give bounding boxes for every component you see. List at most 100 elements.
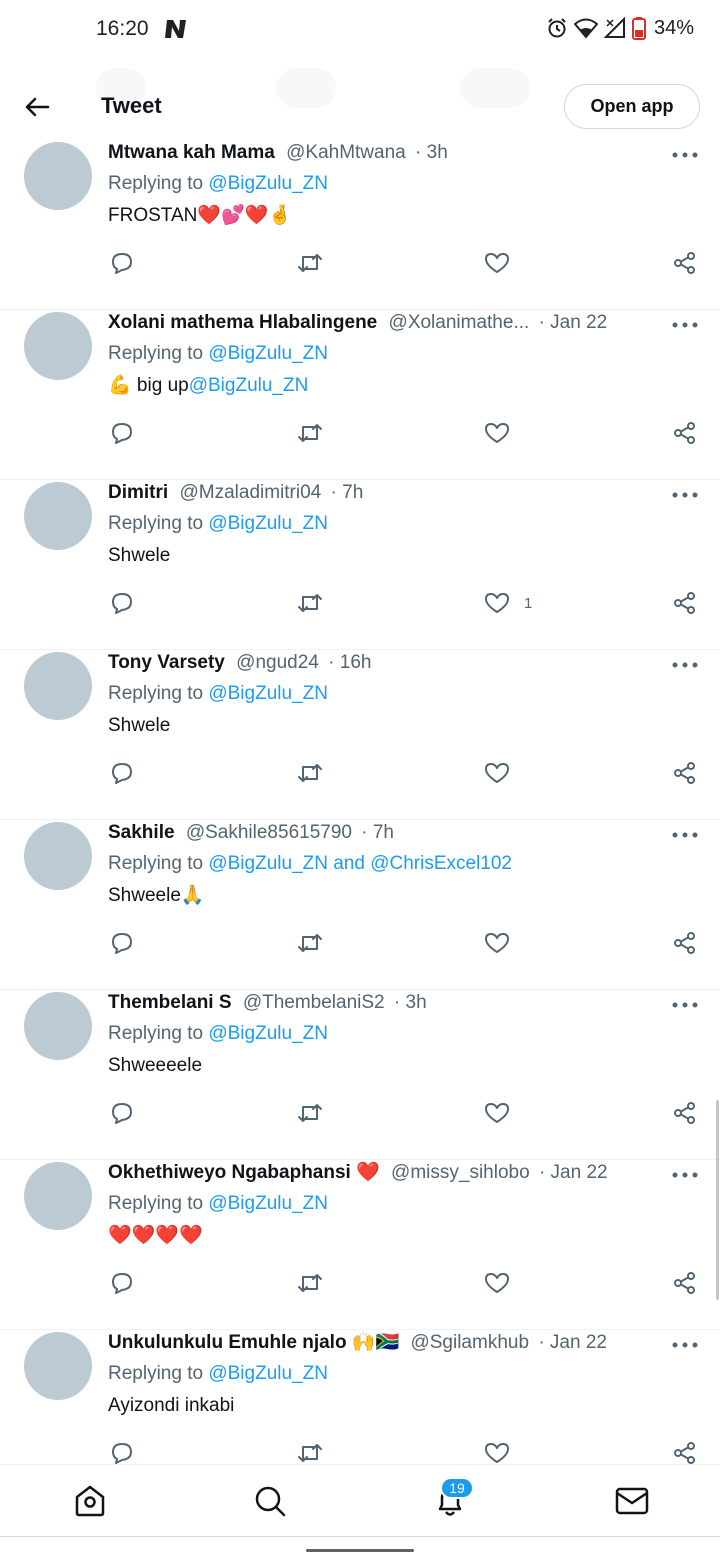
more-options-icon[interactable] (672, 1172, 698, 1178)
more-options-icon[interactable] (672, 492, 698, 498)
retweet-button[interactable] (297, 758, 323, 788)
like-button[interactable] (484, 248, 524, 278)
avatar[interactable] (24, 992, 92, 1060)
avatar[interactable] (24, 1162, 92, 1230)
share-button[interactable] (673, 248, 697, 278)
like-button[interactable] (484, 758, 524, 788)
share-button[interactable] (673, 758, 697, 788)
share-button[interactable] (673, 588, 697, 618)
back-button[interactable] (20, 90, 54, 124)
author-name[interactable]: Unkulunkulu Emuhle njalo 🙌🇿🇦 (108, 1332, 399, 1353)
author-handle[interactable]: @Sgilamkhub (410, 1332, 529, 1353)
replying-to-link[interactable]: @BigZulu_ZN (208, 343, 328, 364)
like-button[interactable] (484, 418, 524, 448)
more-options-icon[interactable] (672, 152, 698, 158)
reply-button[interactable] (110, 928, 134, 958)
share-button[interactable] (673, 1268, 697, 1298)
tweet-actions (0, 928, 720, 958)
retweet-button[interactable] (297, 1268, 323, 1298)
open-app-button[interactable]: Open app (564, 84, 700, 129)
avatar[interactable] (24, 822, 92, 890)
like-button[interactable] (484, 1268, 524, 1298)
home-icon (75, 1485, 105, 1517)
reply-button[interactable] (110, 1098, 134, 1128)
retweet-button[interactable] (297, 928, 323, 958)
avatar[interactable] (24, 482, 92, 550)
share-button[interactable] (673, 418, 697, 448)
reply-button[interactable] (110, 588, 134, 618)
author-handle[interactable]: @ThembelaniS2 (243, 992, 385, 1013)
reply-tweet[interactable]: Sakhile @Sakhile85615790 · 7h Replying t… (0, 820, 720, 990)
reply-button[interactable] (110, 758, 134, 788)
retweet-button[interactable] (297, 248, 323, 278)
reply-tweet[interactable]: Dimitri @Mzaladimitri04 · 7h Replying to… (0, 480, 720, 650)
gesture-handle[interactable] (306, 1549, 414, 1552)
author-handle[interactable]: @missy_sihlobo (391, 1162, 530, 1183)
more-options-icon[interactable] (672, 832, 698, 838)
author-name[interactable]: Tony Varsety (108, 652, 225, 673)
share-button[interactable] (673, 1098, 697, 1128)
tweet-time: · 3h (415, 142, 448, 163)
retweet-icon (298, 1104, 322, 1122)
avatar[interactable] (24, 1332, 92, 1400)
retweet-button[interactable] (297, 588, 323, 618)
more-options-icon[interactable] (672, 1342, 698, 1348)
like-button[interactable]: 1 (484, 588, 532, 618)
reply-tweet[interactable]: Xolani mathema Hlabalingene @Xolanimathe… (0, 310, 720, 480)
author-handle[interactable]: @Sakhile85615790 (186, 822, 352, 843)
author-name[interactable]: Thembelani S (108, 992, 232, 1013)
tweet-header: Dimitri @Mzaladimitri04 · 7h (108, 481, 668, 505)
nav-search[interactable] (252, 1483, 288, 1519)
tweet-time: · 3h (393, 992, 427, 1013)
replying-to: Replying to @BigZulu_ZN (108, 1022, 328, 1046)
tweet-actions (0, 418, 720, 448)
author-handle[interactable]: @Mzaladimitri04 (179, 482, 321, 503)
share-button[interactable] (673, 928, 697, 958)
author-name[interactable]: Sakhile (108, 822, 175, 843)
tweet-actions (0, 1098, 720, 1128)
retweet-button[interactable] (297, 1098, 323, 1128)
retweet-button[interactable] (297, 418, 323, 448)
replying-to-link[interactable]: @BigZulu_ZN (208, 1363, 328, 1384)
author-name[interactable]: Okhethiweyo Ngabaphansi ❤️ (108, 1162, 380, 1183)
avatar[interactable] (24, 312, 92, 380)
reply-tweet[interactable]: Okhethiweyo Ngabaphansi ❤️ @missy_sihlob… (0, 1160, 720, 1330)
replying-to-link[interactable]: @BigZulu_ZN (208, 683, 328, 704)
tweet-header: Unkulunkulu Emuhle njalo 🙌🇿🇦 @Sgilamkhub… (108, 1331, 668, 1355)
like-button[interactable] (484, 1098, 524, 1128)
avatar[interactable] (24, 142, 92, 210)
replying-to-extra-link[interactable]: and @ChrisExcel102 (328, 853, 512, 874)
author-name[interactable]: Dimitri (108, 482, 168, 503)
reply-tweet[interactable]: Tony Varsety @ngud24 · 16h Replying to @… (0, 650, 720, 820)
replying-to-link[interactable]: @BigZulu_ZN (208, 1023, 328, 1044)
nav-home[interactable] (72, 1483, 108, 1519)
replying-to-link[interactable]: @BigZulu_ZN (208, 1193, 328, 1214)
more-options-icon[interactable] (672, 1002, 698, 1008)
tweet-text: Shwele (108, 713, 170, 739)
author-handle[interactable]: @Xolanimathe... (389, 312, 530, 333)
like-button[interactable] (484, 928, 524, 958)
arrow-left-icon (25, 97, 50, 117)
tweet-time: · Jan 22 (538, 1162, 608, 1183)
more-options-icon[interactable] (672, 322, 698, 328)
author-name[interactable]: Mtwana kah Mama (108, 142, 275, 163)
replying-to-link[interactable]: @BigZulu_ZN (208, 513, 328, 534)
reply-button[interactable] (110, 1268, 134, 1298)
mention-link[interactable]: @BigZulu_ZN (189, 373, 309, 399)
replying-to-link[interactable]: @BigZulu_ZN (208, 173, 328, 194)
alarm-icon (548, 18, 566, 38)
nav-messages[interactable] (614, 1483, 650, 1519)
reply-tweet[interactable]: Mtwana kah Mama @KahMtwana · 3h Replying… (0, 140, 720, 310)
tweet-text-content: Shweele (108, 885, 181, 906)
more-options-icon[interactable] (672, 662, 698, 668)
avatar[interactable] (24, 652, 92, 720)
battery-percent: 34% (653, 16, 694, 39)
reply-tweet[interactable]: Thembelani S @ThembelaniS2 · 3h Replying… (0, 990, 720, 1160)
replying-to-link[interactable]: @BigZulu_ZN (208, 853, 328, 874)
author-handle[interactable]: @KahMtwana (286, 142, 406, 163)
scroll-indicator[interactable] (716, 1100, 719, 1300)
author-handle[interactable]: @ngud24 (236, 652, 319, 673)
reply-button[interactable] (110, 248, 134, 278)
author-name[interactable]: Xolani mathema Hlabalingene (108, 312, 377, 333)
reply-button[interactable] (110, 418, 134, 448)
